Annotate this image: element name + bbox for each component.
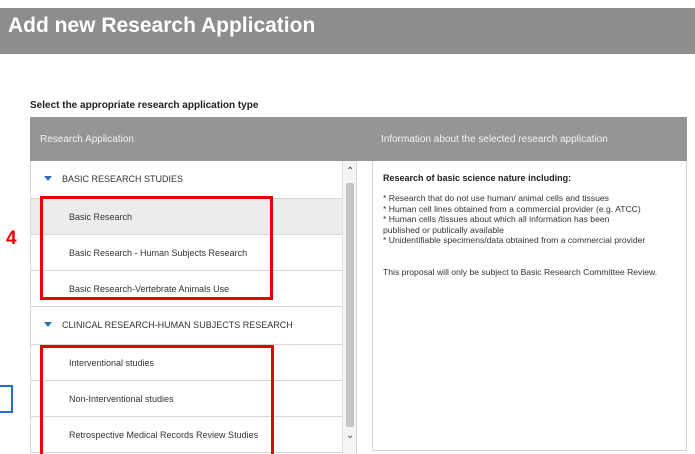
column-header-information: Information about the selected research … [381,134,608,145]
caret-down-icon [44,176,52,181]
edge-marker [0,385,13,413]
group-label: CLINICAL RESEARCH-HUMAN SUBJECTS RESEARC… [62,320,293,330]
caret-down-icon [44,322,52,327]
information-panel: Research of basic science nature includi… [372,161,687,451]
annotation-box-basic-research [40,196,273,300]
info-line: published or publically available [383,224,504,235]
info-line: * Human cell lines obtained from a comme… [383,203,641,214]
group-header-basic-research[interactable]: BASIC RESEARCH STUDIES [31,161,342,199]
info-bullets: * Research that do not use human/ animal… [383,193,683,246]
info-line: * Human cells /tissues about which all i… [383,214,610,225]
group-header-clinical-research[interactable]: CLINICAL RESEARCH-HUMAN SUBJECTS RESEARC… [31,307,342,345]
table-header: Research Application Information about t… [30,117,687,161]
group-label: BASIC RESEARCH STUDIES [62,174,184,184]
annotation-box-clinical-research [40,345,274,454]
info-note: This proposal will only be subject to Ba… [383,267,658,277]
info-heading: Research of basic science nature includi… [383,173,572,183]
scroll-up-arrow-icon[interactable]: ⌃ [346,167,354,177]
info-line: * Unidentifiable specimens/data obtained… [383,235,646,246]
column-header-research-application: Research Application [40,134,134,145]
page-header: Add new Research Application [0,8,695,54]
annotation-number: 4 [6,228,17,249]
info-line: * Research that do not use human/ animal… [383,193,609,203]
list-scrollbar[interactable]: ⌃ ⌄ [342,161,356,454]
form-instruction: Select the appropriate research applicat… [30,100,259,111]
page-title: Add new Research Application [8,14,316,37]
scroll-down-arrow-icon[interactable]: ⌄ [346,431,354,441]
scrollbar-thumb[interactable] [346,183,354,427]
